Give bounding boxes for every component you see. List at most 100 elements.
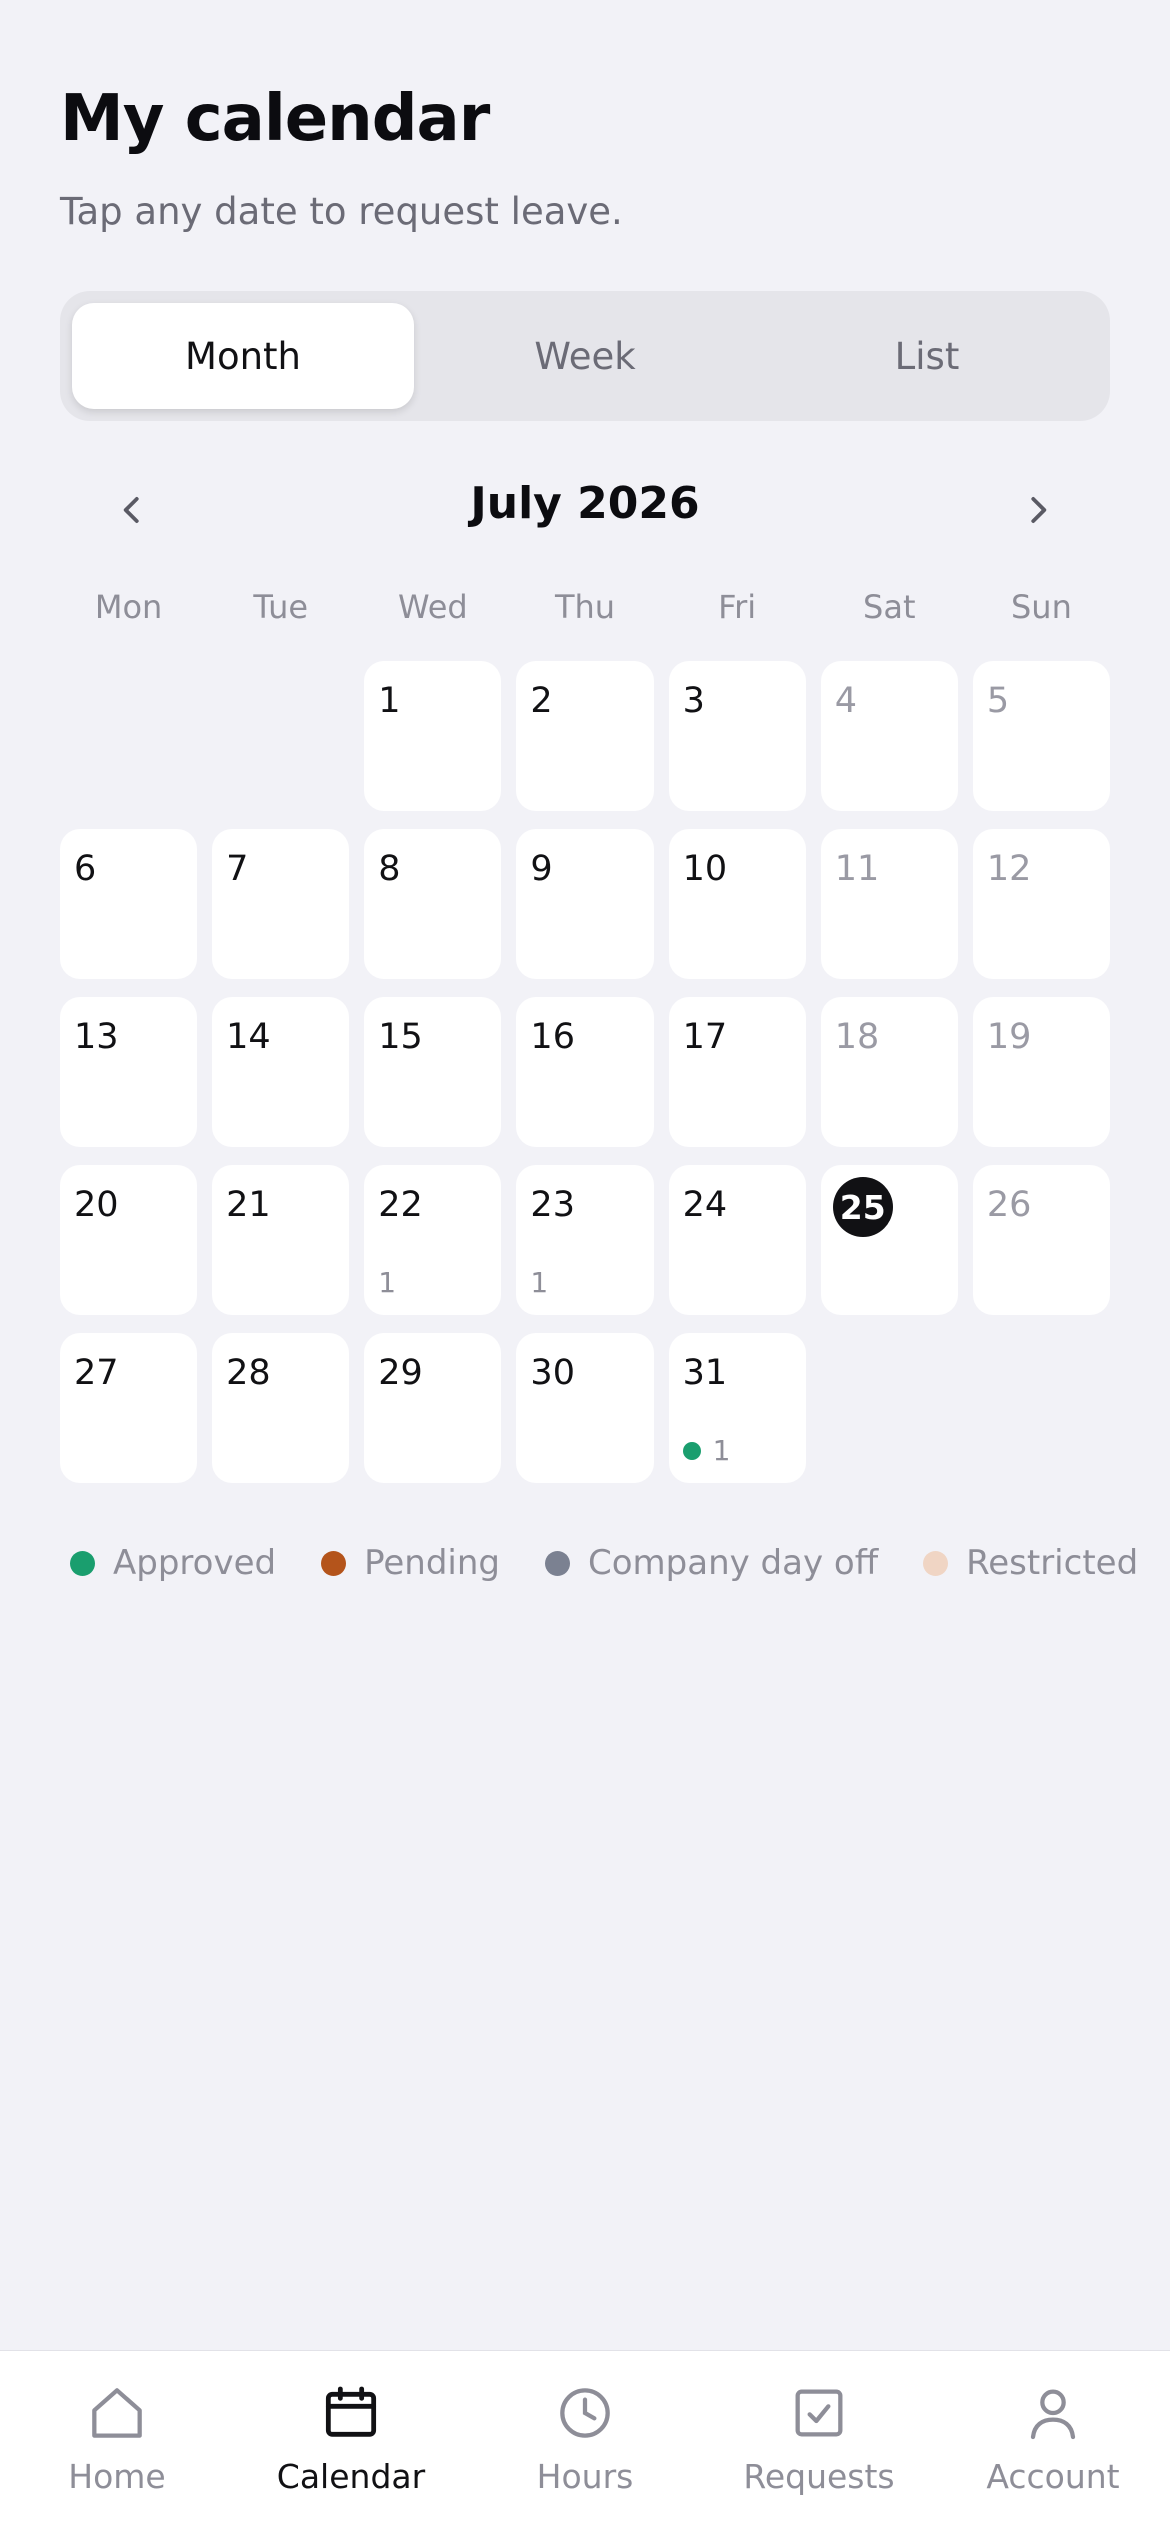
calendar-day-today[interactable]: 25 bbox=[820, 1165, 958, 1315]
day-number: 23 bbox=[530, 1185, 575, 1225]
day-number: 19 bbox=[986, 1017, 1032, 1057]
calendar-day[interactable]: 17 bbox=[668, 997, 806, 1147]
day-number: 4 bbox=[834, 681, 857, 721]
calendar-day[interactable]: 6 bbox=[60, 829, 198, 979]
day-number: 16 bbox=[530, 1017, 575, 1057]
day-number: 21 bbox=[226, 1185, 271, 1225]
status-legend: Approved Pending Company day off Restricted bbox=[70, 1538, 1138, 1588]
home-icon bbox=[92, 2388, 142, 2438]
calendar-day[interactable]: 8 bbox=[364, 829, 502, 979]
tab-label: Home bbox=[68, 2457, 166, 2496]
tab-requests[interactable]: Requests bbox=[702, 2351, 936, 2532]
day-number: 8 bbox=[378, 849, 401, 889]
view-tab-list[interactable]: List bbox=[756, 303, 1098, 409]
tab-account[interactable]: Account bbox=[936, 2351, 1170, 2532]
calendar-day[interactable]: 13 bbox=[60, 997, 198, 1147]
request-count: 1 bbox=[530, 1266, 548, 1299]
legend-item-company: Company day off bbox=[545, 1543, 878, 1583]
calendar-day[interactable]: 27 bbox=[60, 1333, 198, 1483]
day-number: 30 bbox=[530, 1353, 575, 1393]
calendar-day[interactable]: 3 bbox=[668, 661, 806, 811]
calendar-day[interactable]: 19 bbox=[972, 997, 1110, 1147]
legend-dot bbox=[70, 1550, 95, 1576]
day-number: 31 bbox=[682, 1353, 728, 1393]
calendar-day[interactable]: 9 bbox=[516, 829, 654, 979]
calendar-day[interactable]: 26 bbox=[972, 1165, 1110, 1315]
legend-item-approved: Approved bbox=[70, 1543, 276, 1583]
calendar-day[interactable]: 1 bbox=[364, 661, 502, 811]
tab-home[interactable]: Home bbox=[0, 2351, 234, 2532]
tab-label: Account bbox=[986, 2457, 1120, 2496]
request-count: 1 bbox=[682, 1434, 731, 1467]
clock-icon bbox=[560, 2388, 610, 2438]
request-count-value: 1 bbox=[378, 1266, 397, 1299]
legend-item-restricted: Restricted bbox=[923, 1543, 1138, 1583]
day-number: 29 bbox=[378, 1353, 423, 1393]
legend-dot bbox=[545, 1550, 570, 1576]
legend-label: Pending bbox=[364, 1543, 500, 1583]
calendar-day[interactable]: 22 1 bbox=[364, 1165, 502, 1315]
tab-label: Hours bbox=[536, 2457, 634, 2496]
calendar-day[interactable]: 2 bbox=[516, 661, 654, 811]
calendar-day[interactable]: 7 bbox=[212, 829, 350, 979]
calendar-day[interactable]: 5 bbox=[972, 661, 1110, 811]
tab-label: Requests bbox=[743, 2457, 895, 2496]
weekday-label: Tue bbox=[253, 588, 309, 626]
calendar-day[interactable]: 30 bbox=[516, 1333, 654, 1483]
day-number: 22 bbox=[378, 1185, 423, 1225]
weekday-label: Mon bbox=[94, 588, 163, 626]
month-label: July 2026 bbox=[470, 478, 700, 529]
day-number: 2 bbox=[530, 681, 553, 721]
month-navigation: July 2026 bbox=[60, 470, 1110, 550]
checkbox-icon bbox=[795, 2389, 843, 2437]
day-number: 15 bbox=[378, 1017, 423, 1057]
day-number: 1 bbox=[378, 681, 401, 721]
legend-label: Approved bbox=[113, 1543, 277, 1583]
tab-hours[interactable]: Hours bbox=[468, 2351, 702, 2532]
day-number: 7 bbox=[226, 849, 249, 889]
tab-label: Calendar bbox=[276, 2457, 426, 2496]
day-number: 18 bbox=[834, 1017, 880, 1057]
calendar-day[interactable]: 15 bbox=[364, 997, 502, 1147]
calendar-grid: 1 2 3 4 5 6 7 8 9 10 11 12 13 14 15 16 17 18 19 20 21 22 1 23 1 2… bbox=[60, 661, 1110, 1483]
calendar-day[interactable]: 23 1 bbox=[516, 1165, 654, 1315]
calendar-day[interactable]: 28 bbox=[212, 1333, 350, 1483]
tab-calendar[interactable]: Calendar bbox=[234, 2351, 468, 2532]
next-month-button[interactable] bbox=[998, 470, 1078, 550]
calendar-day[interactable]: 24 bbox=[668, 1165, 806, 1315]
bottom-tab-bar: Home Calendar Hours Requests Account bbox=[0, 2350, 1170, 2532]
calendar-day[interactable]: 21 bbox=[212, 1165, 350, 1315]
page-subtitle: Tap any date to request leave. bbox=[60, 190, 623, 233]
weekday-label: Sat bbox=[863, 588, 916, 626]
view-tab-month[interactable]: Month bbox=[72, 303, 414, 409]
calendar-day[interactable]: 12 bbox=[972, 829, 1110, 979]
day-number: 24 bbox=[682, 1185, 728, 1225]
request-count: 1 bbox=[378, 1266, 396, 1299]
calendar-day[interactable]: 16 bbox=[516, 997, 654, 1147]
weekday-label: Wed bbox=[397, 588, 468, 626]
calendar-day[interactable]: 18 bbox=[820, 997, 958, 1147]
calendar-day[interactable]: 10 bbox=[668, 829, 806, 979]
day-number: 13 bbox=[74, 1017, 119, 1057]
calendar-day[interactable]: 29 bbox=[364, 1333, 502, 1483]
calendar-blank-cell bbox=[212, 661, 349, 811]
view-tab-week[interactable]: Week bbox=[414, 303, 756, 409]
calendar-day[interactable]: 11 bbox=[820, 829, 958, 979]
status-dot bbox=[682, 1441, 701, 1460]
request-count-value: 1 bbox=[712, 1434, 731, 1467]
calendar-day[interactable]: 14 bbox=[212, 997, 350, 1147]
view-switcher: Month Week List bbox=[60, 291, 1110, 421]
calendar-day[interactable]: 31 1 bbox=[668, 1333, 806, 1483]
weekday-header: Mon Tue Wed Thu Fri Sat Sun bbox=[60, 588, 1110, 634]
legend-dot bbox=[321, 1550, 347, 1576]
calendar-day[interactable]: 4 bbox=[820, 661, 958, 811]
legend-item-pending: Pending bbox=[321, 1543, 500, 1583]
day-number: 9 bbox=[530, 849, 553, 889]
day-number: 11 bbox=[834, 849, 880, 889]
calendar-day[interactable]: 20 bbox=[60, 1165, 198, 1315]
day-number: 14 bbox=[226, 1017, 271, 1057]
page-title: My calendar bbox=[60, 82, 490, 156]
day-number: 25 bbox=[832, 1177, 893, 1237]
day-number: 12 bbox=[986, 849, 1032, 889]
legend-dot bbox=[923, 1550, 949, 1576]
